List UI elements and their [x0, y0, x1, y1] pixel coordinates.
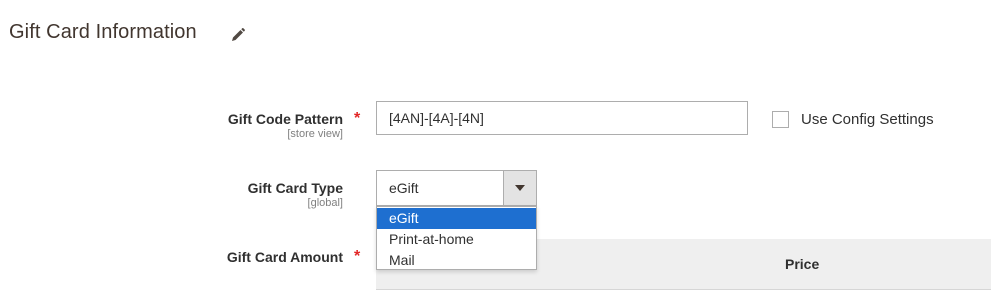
- gift-card-type-select[interactable]: eGift: [376, 170, 537, 206]
- dropdown-option-egift[interactable]: eGift: [377, 208, 536, 229]
- dropdown-option-mail[interactable]: Mail: [377, 250, 536, 271]
- section-title: Gift Card Information: [9, 21, 197, 43]
- use-config-settings-label[interactable]: Use Config Settings: [801, 111, 934, 128]
- gift-card-type-scope: [global]: [307, 197, 343, 209]
- gift-card-type-dropdown: eGift Print-at-home Mail: [376, 206, 537, 270]
- required-indicator: *: [354, 248, 361, 265]
- pencil-icon[interactable]: [230, 27, 246, 43]
- use-config-settings-checkbox[interactable]: [772, 111, 789, 128]
- gift-card-amount-label: Gift Card Amount: [226, 249, 343, 265]
- dropdown-option-print-at-home[interactable]: Print-at-home: [377, 229, 536, 250]
- gift-code-pattern-scope: [store view]: [287, 128, 343, 140]
- chevron-down-icon: [515, 185, 525, 191]
- select-toggle-button[interactable]: [503, 171, 536, 205]
- required-indicator: *: [354, 110, 361, 127]
- gift-code-pattern-input[interactable]: [376, 101, 748, 135]
- gift-card-type-selected-value: eGift: [389, 180, 419, 196]
- gift-card-type-label: Gift Card Type: [247, 180, 343, 196]
- price-column-header: Price: [785, 256, 820, 272]
- gift-code-pattern-label: Gift Code Pattern: [227, 111, 343, 127]
